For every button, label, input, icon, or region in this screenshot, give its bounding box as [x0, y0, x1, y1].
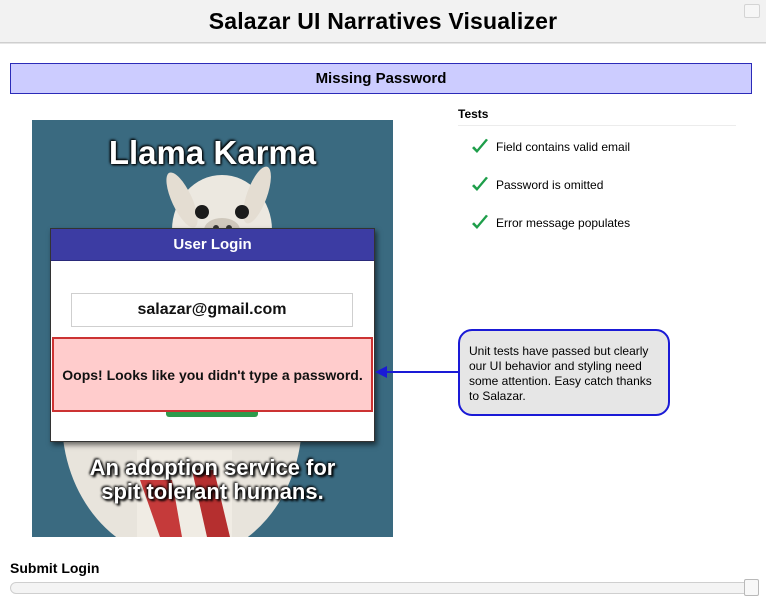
tagline-line-2: spit tolerant humans.: [101, 479, 324, 504]
tagline-line-1: An adoption service for: [89, 455, 336, 480]
timeline-slider-handle[interactable]: [744, 579, 759, 596]
test-item: Error message populates: [470, 212, 630, 234]
tests-heading: Tests: [458, 107, 736, 126]
test-label: Field contains valid email: [496, 140, 631, 154]
scenario-title: Missing Password: [315, 70, 447, 87]
timeline-step-label: Submit Login: [10, 560, 100, 576]
email-field[interactable]: salazar@gmail.com: [71, 293, 353, 327]
app-header: Salazar UI Narratives Visualizer: [0, 0, 766, 43]
ui-screenshot-panel: Llama Karma User Login salazar@gmail.com…: [32, 120, 393, 537]
callout-arrow: [375, 366, 458, 378]
window-corner-control[interactable]: [744, 4, 760, 18]
checkmark-icon: [472, 214, 488, 229]
checkmark-icon: [472, 176, 488, 191]
test-label: Password is omitted: [496, 178, 604, 192]
annotation-text: Unit tests have passed but clearly our U…: [469, 344, 652, 403]
brand-title: Llama Karma: [108, 134, 317, 171]
test-label: Error message populates: [496, 216, 631, 230]
app-title: Salazar UI Narratives Visualizer: [208, 8, 558, 34]
login-header-label: User Login: [173, 236, 252, 253]
scenario-title-bar: Missing Password: [10, 63, 752, 94]
checkmark-icon: [472, 138, 488, 153]
error-message: Oops! Looks like you didn't type a passw…: [62, 366, 363, 383]
tagline: An adoption service for spit tolerant hu…: [32, 456, 393, 504]
timeline-slider[interactable]: [10, 582, 758, 594]
test-item: Field contains valid email: [470, 136, 630, 158]
test-item: Password is omitted: [470, 174, 603, 196]
error-message-box: Oops! Looks like you didn't type a passw…: [52, 337, 373, 412]
annotation-callout: Unit tests have passed but clearly our U…: [458, 329, 670, 416]
email-value: salazar@gmail.com: [137, 301, 287, 318]
login-header: User Login: [51, 229, 374, 261]
